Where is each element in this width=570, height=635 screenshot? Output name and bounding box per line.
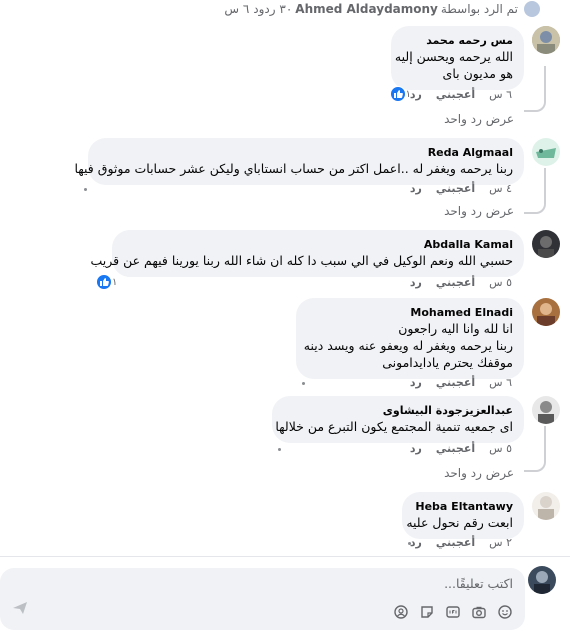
separator-dot bbox=[278, 448, 281, 451]
camera-icon[interactable] bbox=[471, 604, 487, 620]
send-icon[interactable] bbox=[12, 600, 28, 620]
like-button[interactable]: أعجبني bbox=[436, 376, 475, 389]
comment-text-line: ربنا يرحمه ويغفر له ويعفو عنه ويسد دينه bbox=[303, 338, 513, 353]
thread-connector bbox=[524, 426, 546, 472]
comment-author[interactable]: Reda Algmaal bbox=[99, 145, 513, 160]
comment-time[interactable]: ٦ س bbox=[489, 88, 512, 101]
view-replies-link[interactable]: عرض رد واحد bbox=[444, 204, 514, 218]
reaction-count[interactable]: ١ bbox=[96, 274, 117, 290]
avatar[interactable] bbox=[532, 396, 560, 424]
view-replies-link[interactable]: عرض رد واحد bbox=[444, 112, 514, 126]
avatar[interactable] bbox=[532, 26, 560, 54]
replied-by-prefix: تم الرد بواسطة bbox=[440, 2, 518, 16]
reply-button[interactable]: رد bbox=[410, 276, 422, 289]
avatar-sticker-icon[interactable] bbox=[393, 604, 409, 620]
comment-time[interactable]: ٥ س bbox=[489, 442, 512, 455]
reply-button[interactable]: رد bbox=[410, 536, 422, 549]
comment: مس رحمه محمد الله يرحمه ويحسن إليه هو مد… bbox=[0, 26, 560, 126]
comment-bubble: عبدالعزيزجودة البيشاوى اى جمعيه تنمية ال… bbox=[272, 396, 524, 443]
emoji-icon[interactable] bbox=[497, 604, 513, 620]
comment-text-line: انا لله وانا اليه راجعون bbox=[398, 321, 513, 336]
comment: Mohamed Elnadi انا لله وانا اليه راجعون … bbox=[0, 298, 560, 389]
reaction-count[interactable]: ١ bbox=[389, 86, 411, 102]
comment-text-line: حسبي الله ونعم الوكيل في الي سبب دا كله … bbox=[90, 253, 514, 268]
reply-button[interactable]: رد bbox=[410, 442, 422, 455]
sticker-icon[interactable] bbox=[419, 604, 435, 620]
comment: Reda Algmaal ربنا يرحمه ويغفر له ..اعمل … bbox=[0, 138, 560, 228]
like-reaction-icon bbox=[389, 86, 406, 102]
comment-composer[interactable]: اكتب تعليقًا... bbox=[0, 568, 525, 630]
separator-dot bbox=[302, 382, 305, 385]
comment-text-line: ابعت رقم نحول عليه bbox=[406, 515, 513, 530]
avatar[interactable] bbox=[532, 138, 560, 166]
comment-text-line: هو مديون باى bbox=[442, 66, 513, 81]
reply-button[interactable]: رد bbox=[410, 182, 422, 195]
comment-bubble: Reda Algmaal ربنا يرحمه ويغفر له ..اعمل … bbox=[74, 138, 524, 185]
replied-by-author: Ahmed Aldaydamony bbox=[295, 2, 438, 16]
current-user-avatar[interactable] bbox=[528, 566, 556, 594]
comment-bubble: مس رحمه محمد الله يرحمه ويحسن إليه هو مد… bbox=[391, 26, 524, 90]
like-button[interactable]: أعجبني bbox=[436, 88, 475, 101]
separator-dot bbox=[408, 542, 411, 545]
comment-text-line: الله يرحمه ويحسن إليه bbox=[394, 49, 513, 64]
comment: Heba Eltantawy ابعت رقم نحول عليه ٢ س أع… bbox=[0, 492, 560, 552]
comment-text-line: اى جمعيه تنمية المجتمع يكون التبرع من خل… bbox=[275, 419, 513, 434]
like-button[interactable]: أعجبني bbox=[436, 442, 475, 455]
comment-input[interactable]: اكتب تعليقًا... bbox=[444, 576, 513, 591]
gif-icon[interactable] bbox=[445, 604, 461, 620]
thread-connector bbox=[524, 168, 546, 214]
comment-time[interactable]: ٢ س bbox=[489, 536, 512, 549]
comment-time[interactable]: ٦ س bbox=[489, 376, 512, 389]
reply-button[interactable]: رد bbox=[410, 88, 422, 101]
divider bbox=[0, 556, 570, 557]
comment-actions: ٢ س أعجبني رد bbox=[396, 536, 512, 549]
comment-text-line: موقفك يحترم يادايدامونى bbox=[382, 355, 513, 370]
thread-connector bbox=[524, 66, 546, 112]
composer-tools bbox=[393, 604, 513, 620]
comment-bubble: Heba Eltantawy ابعت رقم نحول عليه bbox=[402, 492, 524, 539]
like-reaction-icon bbox=[96, 274, 112, 290]
replies-time: ٦ س bbox=[224, 2, 250, 16]
comment-author[interactable]: Mohamed Elnadi bbox=[307, 305, 513, 320]
avatar[interactable] bbox=[532, 230, 560, 258]
comment-actions: ٥ س أعجبني رد bbox=[396, 276, 512, 289]
like-button[interactable]: أعجبني bbox=[436, 276, 475, 289]
comment: عبدالعزيزجودة البيشاوى اى جمعيه تنمية ال… bbox=[0, 396, 560, 486]
reaction-number: ١ bbox=[112, 276, 118, 288]
comment-time[interactable]: ٥ س bbox=[489, 276, 512, 289]
avatar[interactable] bbox=[532, 492, 560, 520]
replies-count: ٣٠ ردود bbox=[253, 2, 293, 16]
like-button[interactable]: أعجبني bbox=[436, 536, 475, 549]
comment-bubble: Mohamed Elnadi انا لله وانا اليه راجعون … bbox=[296, 298, 524, 379]
reaction-number: ١ bbox=[405, 88, 411, 100]
comment-author[interactable]: مس رحمه محمد bbox=[402, 33, 513, 48]
comment-text-line: ربنا يرحمه ويغفر له ..اعمل اكتر من حساب … bbox=[74, 161, 513, 176]
comment-author[interactable]: Abdalla Kamal bbox=[123, 237, 513, 252]
avatar[interactable] bbox=[532, 298, 560, 326]
separator-dot bbox=[84, 188, 87, 191]
comment-actions: ٤ س أعجبني رد bbox=[396, 182, 512, 195]
reply-button[interactable]: رد bbox=[410, 376, 422, 389]
comment-actions: ٦ س أعجبني رد bbox=[396, 376, 512, 389]
comment-author[interactable]: Heba Eltantawy bbox=[413, 499, 513, 514]
like-button[interactable]: أعجبني bbox=[436, 182, 475, 195]
replier-avatar bbox=[524, 1, 540, 17]
comment-time[interactable]: ٤ س bbox=[489, 182, 512, 195]
comment-author[interactable]: عبدالعزيزجودة البيشاوى bbox=[283, 403, 513, 418]
replied-by-line[interactable]: تم الرد بواسطة Ahmed Aldaydamony ٣٠ ردود… bbox=[224, 0, 540, 18]
comment-bubble: Abdalla Kamal حسبي الله ونعم الوكيل في ا… bbox=[90, 230, 524, 277]
view-replies-link[interactable]: عرض رد واحد bbox=[444, 466, 514, 480]
comment-actions: ٦ س أعجبني رد bbox=[396, 88, 512, 101]
comment: Abdalla Kamal حسبي الله ونعم الوكيل في ا… bbox=[0, 230, 560, 290]
comment-actions: ٥ س أعجبني رد bbox=[396, 442, 512, 455]
